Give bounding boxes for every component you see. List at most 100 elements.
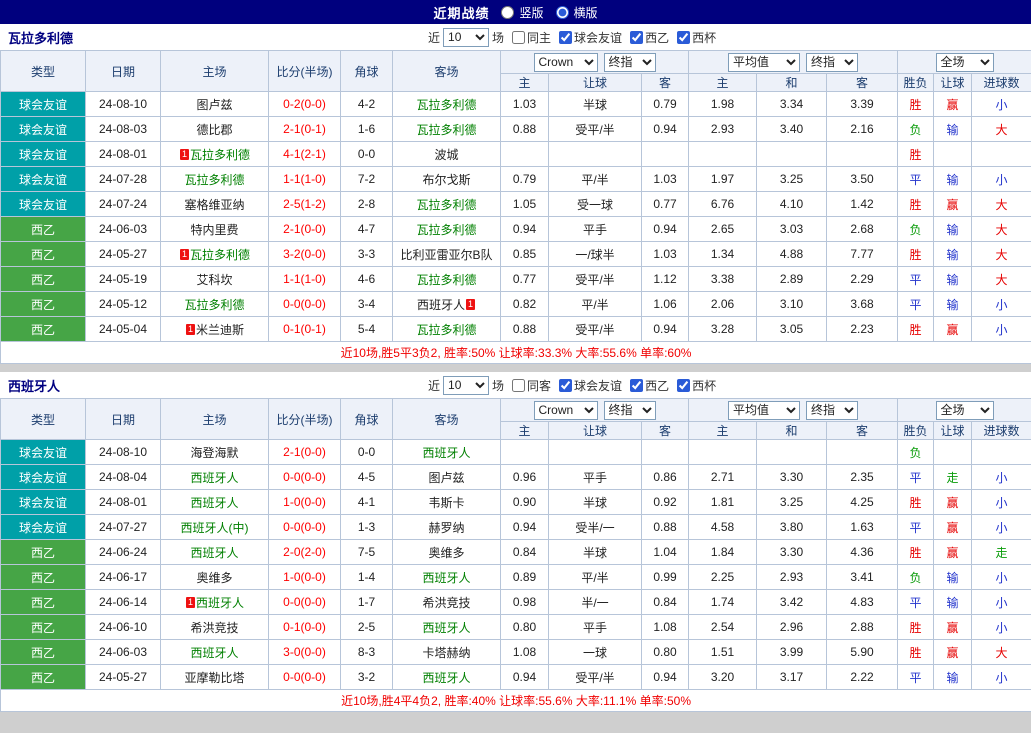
team-name[interactable]: 瓦拉多利德 bbox=[416, 273, 476, 287]
horizontal-layout-radio[interactable] bbox=[555, 5, 569, 19]
team-name[interactable]: 塞格维亚纳 bbox=[184, 198, 244, 212]
team-name[interactable]: 瓦拉多利德 bbox=[190, 248, 250, 262]
team-name[interactable]: 德比郡 bbox=[196, 123, 232, 137]
competition-filter-cup[interactable]: 西杯 bbox=[677, 29, 716, 46]
team-name[interactable]: 图卢兹 bbox=[196, 98, 232, 112]
recent-count-select[interactable]: 10 bbox=[443, 27, 490, 47]
competition-filter-cup[interactable]: 西杯 bbox=[677, 377, 716, 394]
team-name[interactable]: 瓦拉多利德 bbox=[416, 98, 476, 112]
friendly-checkbox[interactable] bbox=[559, 30, 573, 44]
team-name[interactable]: 西班牙人 bbox=[190, 471, 238, 485]
league-type-cell: 球会友谊 bbox=[0, 514, 86, 540]
fulltime-select[interactable]: 全场 bbox=[935, 400, 994, 420]
team-name[interactable]: 比利亚雷亚尔B队 bbox=[400, 248, 492, 262]
team-name[interactable]: 西班牙人 bbox=[190, 646, 238, 660]
team-name[interactable]: 亚摩勒比塔 bbox=[184, 671, 244, 685]
venue-checkbox[interactable] bbox=[512, 30, 526, 44]
result-wdl: 胜 bbox=[897, 614, 935, 640]
cup-checkbox[interactable] bbox=[677, 378, 691, 392]
avg-stage-select[interactable]: 终指 bbox=[806, 400, 859, 420]
team-name[interactable]: 布尔戈斯 bbox=[422, 173, 470, 187]
bookmaker-select[interactable]: Crown bbox=[533, 52, 598, 72]
team-name[interactable]: 西班牙人 bbox=[417, 298, 465, 312]
team-name[interactable]: 瓦拉多利德 bbox=[184, 298, 244, 312]
layout-option-horizontal[interactable]: 横版 bbox=[555, 4, 598, 21]
avg-home-odds: 3.38 bbox=[688, 266, 757, 292]
team-name[interactable]: 海登海默 bbox=[190, 446, 238, 460]
col-avg-home: 主 bbox=[688, 73, 757, 92]
match-row: 西乙 24-05-12 瓦拉多利德 0-0(0-0) 3-4 西班牙人 1 0.82 平/半 1.… bbox=[0, 291, 1031, 317]
team-name[interactable]: 奥维多 bbox=[196, 571, 232, 585]
team-name[interactable]: 西班牙人 bbox=[422, 446, 470, 460]
competition-filter-friendly[interactable]: 球会友谊 bbox=[559, 377, 622, 394]
home-team-cell: 图卢兹 bbox=[160, 91, 269, 117]
result-wdl: 平 bbox=[897, 266, 935, 292]
ah-away-odds: 0.80 bbox=[641, 639, 689, 665]
team-name[interactable]: 图卢兹 bbox=[428, 471, 464, 485]
friendly-checkbox[interactable] bbox=[559, 378, 573, 392]
team-name[interactable]: 瓦拉多利德 bbox=[416, 323, 476, 337]
team-name[interactable]: 西班牙人 bbox=[422, 621, 470, 635]
avg-odds-select[interactable]: 平均值 bbox=[728, 400, 801, 420]
result-handicap: 输 bbox=[933, 664, 973, 690]
team-name[interactable]: 韦斯卡 bbox=[428, 496, 464, 510]
avg-away-odds: 7.77 bbox=[825, 241, 899, 267]
team-name[interactable]: 瓦拉多利德 bbox=[184, 173, 244, 187]
away-team-cell: 瓦拉多利德 bbox=[392, 316, 501, 342]
match-date: 24-08-01 bbox=[85, 141, 161, 167]
team-name[interactable]: 特内里费 bbox=[190, 223, 238, 237]
vertical-layout-radio[interactable] bbox=[501, 5, 515, 19]
ah-away-odds: 0.94 bbox=[641, 316, 689, 342]
result-wdl: 负 bbox=[897, 116, 935, 142]
recent-count-select[interactable]: 10 bbox=[443, 375, 490, 395]
team-name[interactable]: 西班牙人 bbox=[422, 571, 470, 585]
team-name[interactable]: 赫罗纳 bbox=[428, 521, 464, 535]
fulltime-select[interactable]: 全场 bbox=[935, 52, 994, 72]
liga2-checkbox[interactable] bbox=[630, 378, 644, 392]
venue-filter[interactable]: 同客 bbox=[512, 377, 551, 394]
avg-odds-select[interactable]: 平均值 bbox=[728, 52, 801, 72]
team-name[interactable]: 卡塔赫纳 bbox=[422, 646, 470, 660]
league-type-cell: 球会友谊 bbox=[0, 141, 86, 167]
team-name[interactable]: 西班牙人(中) bbox=[181, 521, 249, 535]
odds-stage-select[interactable]: 终指 bbox=[603, 52, 656, 72]
odds-stage-select[interactable]: 终指 bbox=[603, 400, 656, 420]
team-name[interactable]: 希洪竞技 bbox=[190, 621, 238, 635]
match-score: 0-1(0-1) bbox=[268, 316, 341, 342]
avg-away-odds: 2.22 bbox=[825, 664, 899, 690]
team-name[interactable]: 米兰迪斯 bbox=[196, 323, 244, 337]
team-name[interactable]: 瓦拉多利德 bbox=[416, 123, 476, 137]
layout-option-vertical[interactable]: 竖版 bbox=[501, 4, 544, 21]
avg-home-odds: 2.71 bbox=[688, 464, 757, 490]
team-name[interactable]: 瓦拉多利德 bbox=[190, 148, 250, 162]
team-name[interactable]: 瓦拉多利德 bbox=[416, 223, 476, 237]
team-name[interactable]: 波城 bbox=[434, 148, 458, 162]
team-name[interactable]: 西班牙人 bbox=[422, 671, 470, 685]
match-row: 西乙 24-05-04 1 米兰迪斯 0-1(0-1) 5-4 瓦拉多利德 0.88 受平/半 0… bbox=[0, 316, 1031, 342]
asian-odds-group-header: Crown 终指 bbox=[500, 398, 689, 422]
col-result-goals: 进球数 bbox=[971, 73, 1031, 92]
col-header-home: 主场 bbox=[160, 50, 269, 92]
team-name[interactable]: 瓦拉多利德 bbox=[416, 198, 476, 212]
venue-filter[interactable]: 同主 bbox=[512, 29, 551, 46]
team-name[interactable]: 艾科坎 bbox=[196, 273, 232, 287]
team-name[interactable]: 西班牙人 bbox=[196, 596, 244, 610]
home-team-cell: 艾科坎 bbox=[160, 266, 269, 292]
venue-checkbox[interactable] bbox=[512, 378, 526, 392]
col-header-score: 比分(半场) bbox=[268, 398, 341, 440]
team-name[interactable]: 西班牙人 bbox=[190, 496, 238, 510]
liga2-checkbox[interactable] bbox=[630, 30, 644, 44]
competition-filter-liga2[interactable]: 西乙 bbox=[630, 377, 669, 394]
team-name[interactable]: 西班牙人 bbox=[190, 546, 238, 560]
team-name[interactable]: 希洪竞技 bbox=[422, 596, 470, 610]
league-type-cell: 西乙 bbox=[0, 664, 86, 690]
ah-home-odds: 0.85 bbox=[500, 241, 549, 267]
competition-filter-friendly[interactable]: 球会友谊 bbox=[559, 29, 622, 46]
team-name[interactable]: 奥维多 bbox=[428, 546, 464, 560]
cup-checkbox[interactable] bbox=[677, 30, 691, 44]
match-score: 1-1(1-0) bbox=[268, 266, 341, 292]
bookmaker-select[interactable]: Crown bbox=[533, 400, 598, 420]
avg-home-odds: 4.58 bbox=[688, 514, 757, 540]
competition-filter-liga2[interactable]: 西乙 bbox=[630, 29, 669, 46]
avg-stage-select[interactable]: 终指 bbox=[806, 52, 859, 72]
